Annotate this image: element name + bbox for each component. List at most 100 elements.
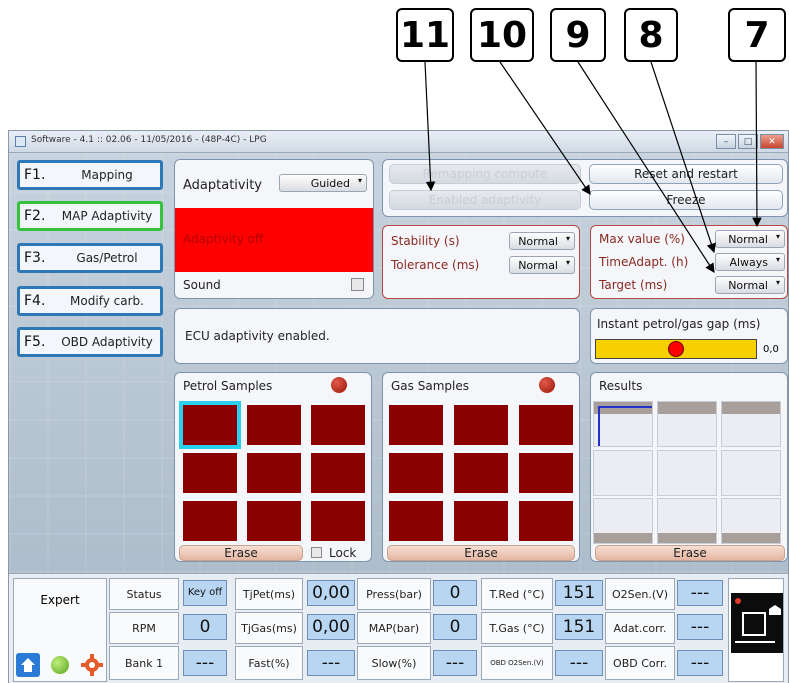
title-bar: Software - 4.1 :: 02.06 - 11/05/2016 - (…: [9, 131, 788, 153]
results-title: Results: [599, 379, 643, 393]
gas-erase-button[interactable]: Erase: [387, 545, 575, 561]
window-title: Software - 4.1 :: 02.06 - 11/05/2016 - (…: [31, 135, 267, 145]
tolerance-value: Normal: [518, 258, 558, 272]
results-erase-button[interactable]: Erase: [595, 545, 785, 561]
menu-label: MAP Adaptivity: [61, 209, 153, 223]
gap-value: 0,0: [763, 344, 779, 355]
petrol-sample-cell[interactable]: [311, 405, 365, 445]
menu-key: F1.: [24, 167, 46, 183]
adaptivity-state: Adaptivity off: [175, 208, 373, 272]
petrol-sample-cell[interactable]: [183, 501, 237, 541]
gas-sample-cell[interactable]: [519, 501, 573, 541]
gas-sample-cell[interactable]: [454, 453, 508, 493]
close-button[interactable]: ✕: [760, 134, 784, 149]
result-cursor-line: [598, 406, 652, 408]
time-adapt-label: TimeAdapt. (h): [599, 255, 689, 269]
result-cell: [657, 401, 717, 447]
press-value: 0: [433, 580, 477, 606]
enabled-adaptivity-button[interactable]: Enabled adaptivity: [389, 190, 581, 210]
callout-10: 10: [470, 8, 534, 62]
gap-label: Instant petrol/gas gap (ms): [597, 317, 761, 331]
gas-sample-cell[interactable]: [389, 453, 443, 493]
status-area: Expert Status Key off TjPet(ms) 0,00 Pre…: [9, 573, 788, 683]
remapping-compute-button[interactable]: Remapping compute: [389, 164, 581, 184]
petrol-sample-cell[interactable]: [247, 453, 301, 493]
minimize-button[interactable]: –: [716, 134, 736, 149]
petrol-sample-cell[interactable]: [247, 405, 301, 445]
rpm-value: 0: [183, 614, 227, 640]
gas-sample-cell[interactable]: [519, 405, 573, 445]
time-adapt-value: Always: [729, 255, 768, 269]
menu-map-adaptivity[interactable]: F2. MAP Adaptivity: [17, 201, 163, 231]
max-value-label: Max value (%): [599, 232, 685, 246]
gas-sample-cell[interactable]: [389, 405, 443, 445]
reset-restart-button[interactable]: Reset and restart: [589, 164, 783, 184]
petrol-sample-cell[interactable]: [183, 453, 237, 493]
tred-value: 151: [555, 580, 603, 606]
tolerance-dropdown[interactable]: Normal ▾: [509, 256, 575, 274]
adat-corr-label: Adat.corr.: [605, 612, 675, 644]
target-label: Target (ms): [599, 278, 668, 292]
settings-gear-icon[interactable]: [80, 653, 104, 677]
gas-sample-cell[interactable]: [454, 405, 508, 445]
stability-label: Stability (s): [391, 234, 460, 248]
device-logo: [728, 578, 784, 682]
stability-value: Normal: [518, 234, 558, 248]
results-panel: Results Erase: [590, 372, 788, 562]
message-panel: ECU adaptivity enabled.: [174, 308, 580, 364]
lock-checkbox[interactable]: [311, 547, 322, 558]
gas-sample-cell[interactable]: [454, 501, 508, 541]
target-dropdown[interactable]: Normal ▾: [715, 276, 785, 294]
maximize-button[interactable]: □: [738, 134, 758, 149]
result-cell: [721, 498, 781, 544]
time-adapt-dropdown[interactable]: Always ▾: [715, 253, 785, 271]
callout-8: 8: [624, 8, 678, 62]
tjpet-value: 0,00: [307, 580, 355, 606]
petrol-sample-cell[interactable]: [311, 501, 365, 541]
callout-11: 11: [396, 8, 454, 62]
result-cell: [721, 401, 781, 447]
obd-corr-label: OBD Corr.: [605, 646, 675, 680]
expert-label: Expert: [40, 593, 80, 607]
o2sen-value: ---: [677, 580, 723, 606]
status-led-icon: [48, 653, 72, 677]
max-value-dropdown[interactable]: Normal ▾: [715, 230, 785, 248]
max-value-value: Normal: [728, 232, 768, 246]
stability-dropdown[interactable]: Normal ▾: [509, 232, 575, 250]
obd-o2sen-value: ---: [555, 650, 603, 676]
result-cursor: [598, 406, 600, 446]
slow-label: Slow(%): [357, 646, 431, 680]
petrol-sample-cell[interactable]: [247, 501, 301, 541]
status-value: Key off: [183, 580, 227, 606]
home-icon[interactable]: [16, 653, 40, 677]
petrol-sample-cell[interactable]: [179, 401, 241, 449]
petrol-samples-panel: Petrol Samples Erase Lock: [174, 372, 372, 562]
obd-corr-value: ---: [677, 650, 723, 676]
adaptativity-dropdown[interactable]: Guided ▾: [279, 174, 367, 192]
menu-gas-petrol[interactable]: F3. Gas/Petrol: [17, 243, 163, 273]
o2sen-label: O2Sen.(V): [605, 578, 675, 610]
menu-key: F4.: [24, 293, 46, 309]
gap-indicator: [668, 341, 684, 357]
adaptivity-state-text: Adaptivity off: [183, 232, 264, 246]
menu-obd-adaptivity[interactable]: F5. OBD Adaptivity: [17, 327, 163, 357]
freeze-button[interactable]: Freeze: [589, 190, 783, 210]
gas-sample-cell[interactable]: [389, 501, 443, 541]
tolerance-label: Tolerance (ms): [391, 258, 480, 272]
menu-modify-carb[interactable]: F4. Modify carb.: [17, 286, 163, 316]
tgas-label: T.Gas (°C): [481, 612, 553, 644]
gas-samples-title: Gas Samples: [391, 379, 469, 393]
petrol-erase-button[interactable]: Erase: [179, 545, 303, 561]
dropdown-arrow-icon: ▾: [357, 176, 362, 185]
gas-sample-cell[interactable]: [519, 453, 573, 493]
sound-label: Sound: [183, 278, 221, 292]
tred-label: T.Red (°C): [481, 578, 553, 610]
petrol-sample-cell[interactable]: [311, 453, 365, 493]
actions-panel: Remapping compute Enabled adaptivity Res…: [382, 159, 788, 217]
adaptivity-panel: Adaptativity Guided ▾ Adaptivity off Sou…: [174, 159, 374, 299]
bank-value: ---: [183, 650, 227, 676]
dropdown-arrow-icon: ▾: [775, 232, 780, 241]
menu-mapping[interactable]: F1. Mapping: [17, 160, 163, 190]
sound-checkbox[interactable]: [351, 278, 364, 291]
app-icon: [15, 136, 26, 147]
